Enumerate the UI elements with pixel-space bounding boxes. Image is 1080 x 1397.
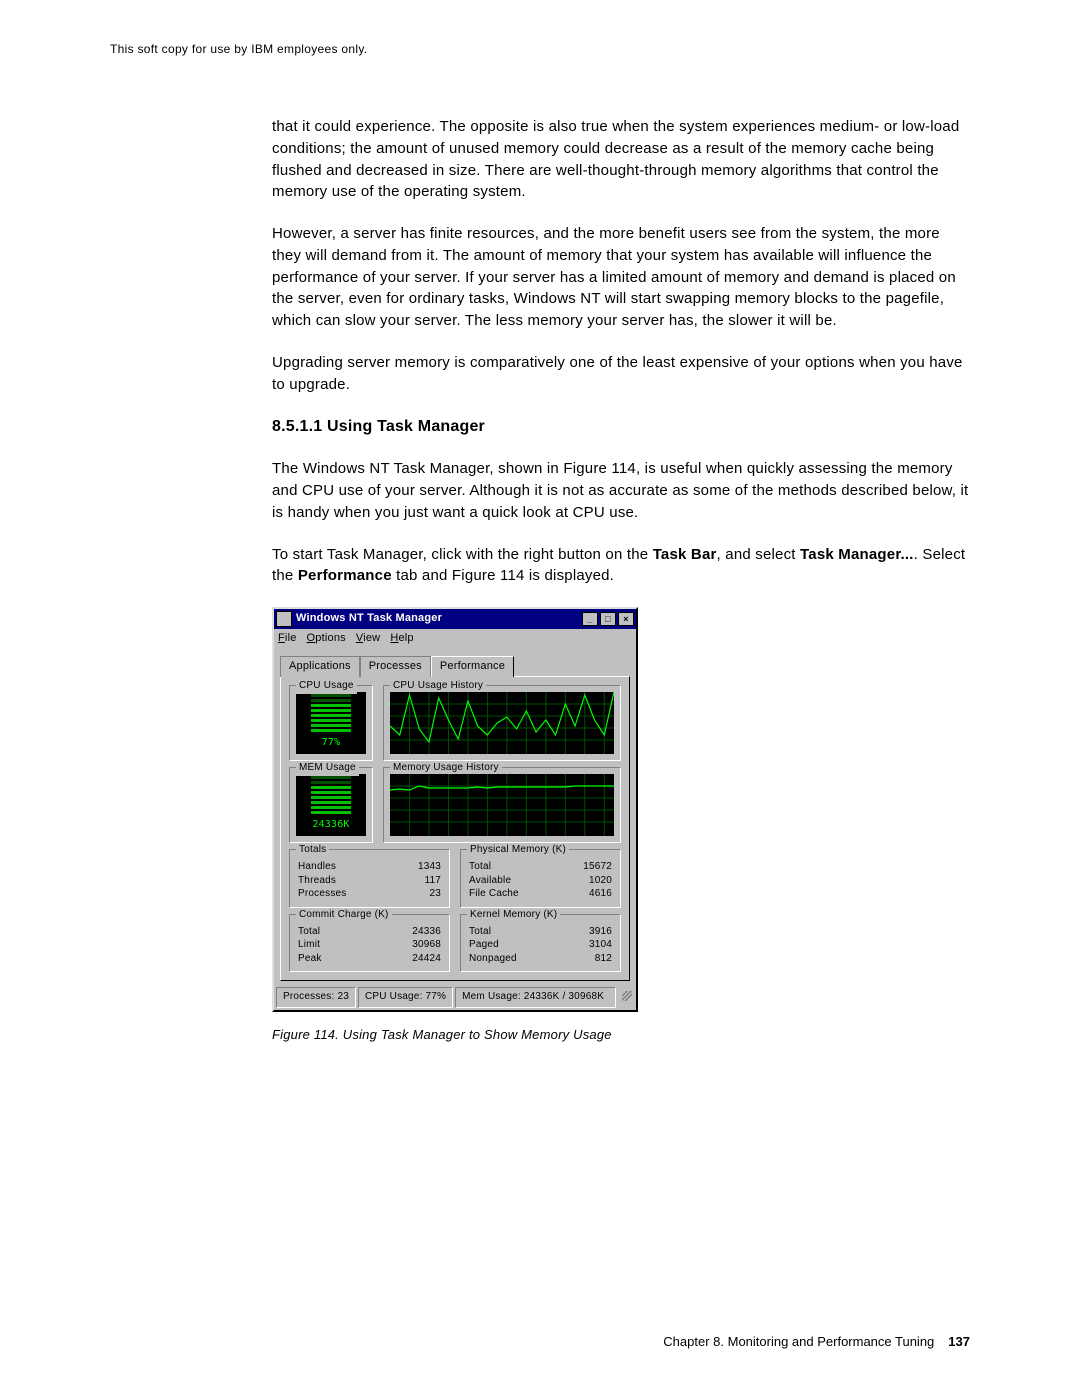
page-footer: Chapter 8. Monitoring and Performance Tu…: [663, 1334, 970, 1349]
mem-history-chart: [390, 774, 614, 836]
resize-grip-icon[interactable]: [618, 987, 634, 1003]
status-processes: Processes: 23: [276, 987, 356, 1008]
body-paragraph: that it could experience. The opposite i…: [272, 116, 970, 203]
physical-memory-group: Physical Memory (K) Total15672 Available…: [460, 849, 621, 908]
group-label: Kernel Memory (K): [467, 908, 560, 923]
totals-group: Totals Handles1343 Threads117 Processes2…: [289, 849, 450, 908]
group-label: MEM Usage: [296, 761, 359, 776]
kernel-nonpaged: 812: [595, 952, 612, 966]
menu-options[interactable]: Options: [307, 631, 346, 647]
menu-file[interactable]: File: [278, 631, 297, 647]
status-mem: Mem Usage: 24336K / 30968K: [455, 987, 616, 1008]
titlebar[interactable]: Windows NT Task Manager _ □ ×: [274, 609, 636, 629]
cpu-history-chart: [390, 692, 614, 754]
status-cpu: CPU Usage: 77%: [358, 987, 453, 1008]
group-label: Commit Charge (K): [296, 908, 392, 923]
kernel-memory-group: Kernel Memory (K) Total3916 Paged3104 No…: [460, 914, 621, 973]
cpu-usage-meter: 77%: [296, 692, 366, 754]
physmem-available: 1020: [589, 874, 612, 888]
section-heading: 8.5.1.1 Using Task Manager: [272, 415, 970, 438]
group-label: Physical Memory (K): [467, 843, 569, 858]
statusbar: Processes: 23 CPU Usage: 77% Mem Usage: …: [274, 985, 636, 1010]
totals-handles: 1343: [418, 860, 441, 874]
commit-total: 24336: [412, 925, 441, 939]
tab-performance[interactable]: Performance: [431, 656, 514, 677]
mem-usage-group: MEM Usage 24336K: [289, 767, 373, 843]
group-label: CPU Usage: [296, 679, 357, 694]
kernel-paged: 3104: [589, 938, 612, 952]
kernel-total: 3916: [589, 925, 612, 939]
physmem-total: 15672: [583, 860, 612, 874]
body-paragraph: To start Task Manager, click with the ri…: [272, 544, 970, 588]
app-icon: [276, 611, 292, 627]
menubar: File Options View Help: [274, 629, 636, 649]
maximize-button[interactable]: □: [600, 612, 616, 626]
body-paragraph: The Windows NT Task Manager, shown in Fi…: [272, 458, 970, 523]
totals-threads: 117: [424, 874, 441, 888]
performance-panel: CPU Usage 77% CPU Usage Hist: [280, 676, 630, 981]
tab-applications[interactable]: Applications: [280, 656, 360, 677]
mem-usage-value: 24336K: [312, 818, 349, 833]
cpu-usage-group: CPU Usage 77%: [289, 685, 373, 761]
window-title: Windows NT Task Manager: [296, 611, 580, 627]
task-manager-window: Windows NT Task Manager _ □ × File Optio…: [272, 607, 638, 1011]
close-button[interactable]: ×: [618, 612, 634, 626]
menu-help[interactable]: Help: [390, 631, 413, 647]
group-label: Totals: [296, 843, 329, 858]
cpu-history-group: CPU Usage History: [383, 685, 621, 761]
body-paragraph: However, a server has finite resources, …: [272, 223, 970, 332]
tab-processes[interactable]: Processes: [360, 656, 431, 677]
mem-usage-meter: 24336K: [296, 774, 366, 836]
body-paragraph: Upgrading server memory is comparatively…: [272, 352, 970, 396]
header-confidential-note: This soft copy for use by IBM employees …: [110, 42, 970, 56]
commit-limit: 30968: [412, 938, 441, 952]
physmem-cache: 4616: [589, 887, 612, 901]
figure-caption: Figure 114. Using Task Manager to Show M…: [272, 1026, 970, 1045]
minimize-button[interactable]: _: [582, 612, 598, 626]
commit-peak: 24424: [412, 952, 441, 966]
cpu-usage-value: 77%: [322, 736, 341, 751]
tab-bar: Applications Processes Performance: [274, 649, 636, 676]
menu-view[interactable]: View: [356, 631, 380, 647]
commit-charge-group: Commit Charge (K) Total24336 Limit30968 …: [289, 914, 450, 973]
totals-processes: 23: [429, 887, 441, 901]
mem-history-group: Memory Usage History: [383, 767, 621, 843]
